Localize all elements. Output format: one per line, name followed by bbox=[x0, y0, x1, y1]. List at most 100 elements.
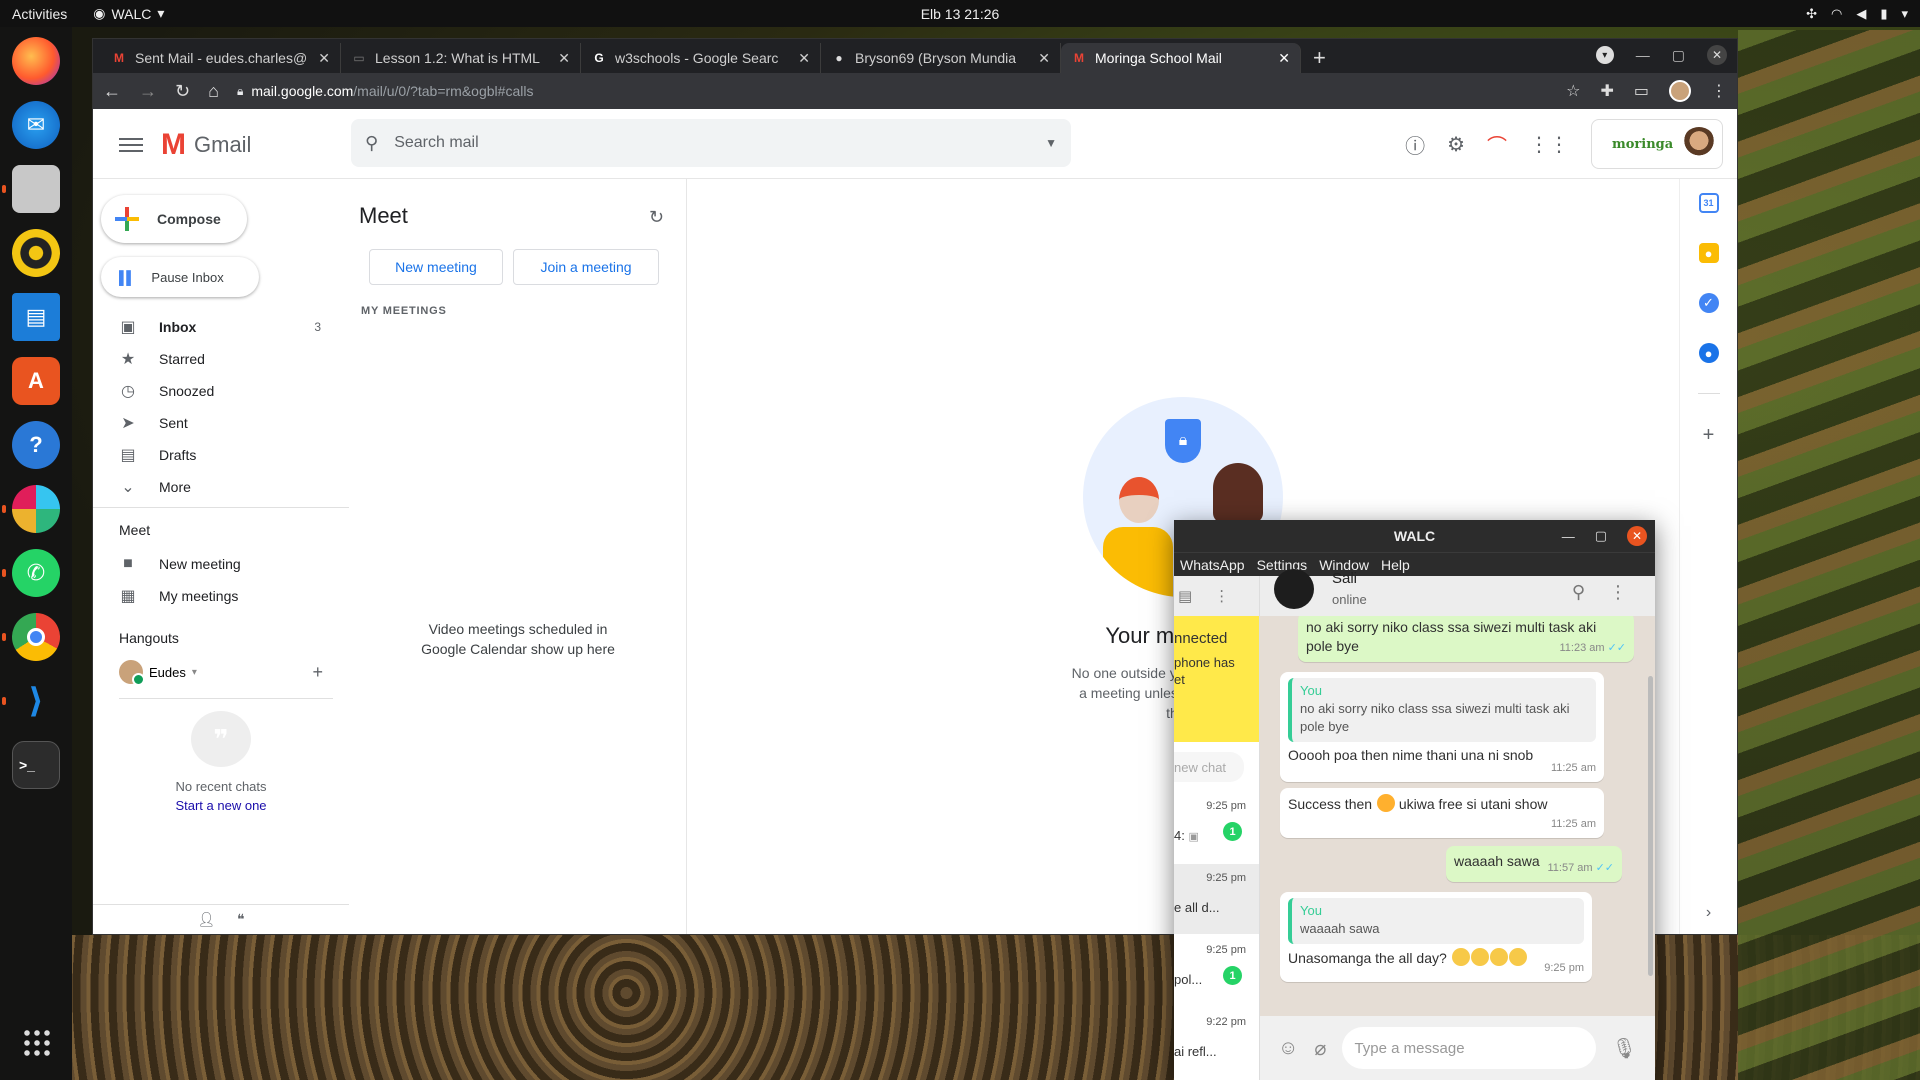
extensions-icon[interactable]: ✚ bbox=[1600, 81, 1613, 101]
close-icon[interactable]: ✕ bbox=[798, 50, 810, 67]
message-outgoing[interactable]: waaaah sawa 11:57 am ✓✓ bbox=[1446, 846, 1622, 882]
files-icon[interactable] bbox=[2, 165, 60, 213]
maximize-icon[interactable]: ▢ bbox=[1595, 528, 1607, 544]
account-switcher[interactable]: moringa bbox=[1591, 119, 1723, 169]
refresh-icon[interactable]: ↻ bbox=[649, 207, 664, 228]
chrome-icon[interactable] bbox=[2, 613, 60, 661]
close-icon[interactable]: ✕ bbox=[558, 50, 570, 67]
clock[interactable]: Elb 13 21:26 bbox=[921, 6, 1000, 22]
system-tray[interactable]: ✣ ◠ ◀ ▮ ▾ bbox=[1806, 6, 1908, 22]
dropbox-icon[interactable]: ✣ bbox=[1806, 6, 1817, 22]
settings-gear-icon[interactable]: ⚙ bbox=[1447, 132, 1465, 157]
minimize-icon[interactable]: — bbox=[1562, 529, 1575, 544]
account-avatar[interactable] bbox=[1682, 127, 1716, 161]
conversation-header[interactable]: Sali online ⚲ ⋮ bbox=[1260, 569, 1655, 616]
attach-icon[interactable]: ⌀ bbox=[1314, 1036, 1326, 1061]
new-tab-button[interactable]: + bbox=[1313, 43, 1326, 73]
new-chat-icon[interactable]: ▤ bbox=[1178, 587, 1192, 605]
search-input[interactable]: Search mail bbox=[394, 134, 1029, 152]
rhythmbox-icon[interactable] bbox=[12, 229, 60, 277]
search-options-icon[interactable]: ▼ bbox=[1045, 136, 1057, 150]
tasks-icon[interactable]: ✓ bbox=[1698, 293, 1719, 313]
cast-icon[interactable]: ▭ bbox=[1634, 81, 1649, 101]
search-bar[interactable]: ⚲ Search mail ▼ bbox=[351, 119, 1071, 167]
chat-list-item[interactable]: 9:25 pm pol... 1 bbox=[1174, 936, 1259, 1006]
gmail-logo[interactable]: M Gmail bbox=[161, 128, 251, 162]
close-window-icon[interactable]: ✕ bbox=[1627, 526, 1647, 546]
more-vert-icon[interactable]: ⋮ bbox=[1609, 582, 1627, 603]
reload-icon[interactable]: ↻ bbox=[175, 81, 190, 102]
nav-item-sent[interactable]: ➤ Sent bbox=[93, 407, 349, 439]
wifi-icon[interactable]: ◠ bbox=[1831, 6, 1842, 22]
start-new-chat-link[interactable]: Start a new one bbox=[93, 798, 349, 813]
forward-icon[interactable]: → bbox=[139, 81, 157, 102]
main-menu-icon[interactable] bbox=[107, 137, 155, 152]
calendar-icon[interactable]: 31 bbox=[1698, 193, 1719, 213]
minimize-icon[interactable]: — bbox=[1636, 47, 1650, 63]
pause-inbox-button[interactable]: ▌▌ Pause Inbox bbox=[101, 257, 259, 297]
help-icon[interactable]: ⓘ bbox=[1405, 130, 1425, 159]
software-icon[interactable]: A bbox=[12, 357, 60, 405]
profile-avatar[interactable] bbox=[1669, 80, 1691, 102]
writer-icon[interactable]: ▤ bbox=[12, 293, 60, 341]
search-icon[interactable]: ⚲ bbox=[1572, 582, 1585, 603]
message-outgoing[interactable]: no aki sorry niko class ssa siwezi multi… bbox=[1298, 616, 1634, 662]
firefox-icon[interactable] bbox=[12, 37, 60, 85]
message-incoming[interactable]: You no aki sorry niko class ssa siwezi m… bbox=[1280, 672, 1604, 782]
contacts-icon[interactable]: 👤︎ bbox=[197, 911, 215, 928]
compose-button[interactable]: Compose bbox=[101, 195, 247, 243]
nav-item-new-meeting[interactable]: ■ New meeting bbox=[93, 548, 349, 580]
emoji-icon[interactable]: ☺ bbox=[1278, 1037, 1298, 1060]
activities-button[interactable]: Activities bbox=[0, 6, 79, 22]
message-incoming[interactable]: Success then ukiwa free si utani show 11… bbox=[1280, 788, 1604, 838]
message-incoming[interactable]: You waaaah sawa Unasomanga the all day? … bbox=[1280, 892, 1592, 982]
nav-item-snoozed[interactable]: ◷ Snoozed bbox=[93, 375, 349, 407]
nav-item-more[interactable]: ⌄ More bbox=[93, 471, 349, 503]
hangouts-icon[interactable]: ❝ bbox=[237, 911, 245, 928]
contacts-icon[interactable]: ● bbox=[1698, 343, 1719, 363]
join-meeting-button[interactable]: Join a meeting bbox=[513, 249, 659, 285]
url-field[interactable]: 🔒︎ mail.google.com/mail/u/0/?tab=rm&ogbl… bbox=[237, 83, 1548, 99]
tab-w3schools[interactable]: G w3schools - Google Searc ✕ bbox=[581, 43, 821, 73]
quoted-message[interactable]: You no aki sorry niko class ssa siwezi m… bbox=[1288, 678, 1596, 742]
keep-icon[interactable]: ● bbox=[1698, 243, 1719, 263]
close-icon[interactable]: ✕ bbox=[318, 50, 330, 67]
message-input[interactable]: Type a message bbox=[1342, 1027, 1596, 1069]
vscode-icon[interactable]: ⟩ bbox=[2, 677, 60, 725]
tab-search-icon[interactable]: ▾ bbox=[1595, 46, 1614, 64]
chevron-right-icon[interactable]: › bbox=[1706, 904, 1711, 922]
help-icon[interactable]: ? bbox=[12, 421, 60, 469]
whatsapp-icon[interactable]: ✆ bbox=[2, 549, 60, 597]
quoted-message[interactable]: You waaaah sawa bbox=[1288, 898, 1584, 944]
active-app-menu[interactable]: ◉ WALC ▾ bbox=[93, 5, 164, 22]
close-icon[interactable]: ✕ bbox=[1278, 50, 1290, 67]
back-icon[interactable]: ← bbox=[103, 81, 121, 102]
show-apps-icon[interactable] bbox=[22, 1028, 52, 1058]
nav-item-inbox[interactable]: ▣ Inbox 3 bbox=[93, 311, 349, 343]
search-icon[interactable]: ⚲ bbox=[365, 133, 378, 154]
contact-avatar[interactable] bbox=[1274, 569, 1314, 609]
chat-search-input[interactable]: new chat bbox=[1174, 752, 1244, 782]
close-window-icon[interactable]: ✕ bbox=[1707, 45, 1727, 65]
home-icon[interactable]: ⌂ bbox=[208, 81, 219, 102]
terminal-icon[interactable]: >_ bbox=[12, 741, 60, 789]
battery-icon[interactable]: ▮ bbox=[1880, 6, 1887, 22]
new-meeting-button[interactable]: New meeting bbox=[369, 249, 503, 285]
nav-item-starred[interactable]: ★ Starred bbox=[93, 343, 349, 375]
apps-grid-icon[interactable]: ⋮⋮ bbox=[1529, 132, 1569, 157]
walc-titlebar[interactable]: WALC — ▢ ✕ bbox=[1174, 520, 1655, 552]
menu-help[interactable]: Help bbox=[1381, 557, 1410, 573]
tab-github[interactable]: ● Bryson69 (Bryson Mundia ✕ bbox=[821, 43, 1061, 73]
slack-icon[interactable] bbox=[2, 485, 60, 533]
close-icon[interactable]: ✕ bbox=[1038, 50, 1050, 67]
tab-moringa-mail[interactable]: M Moringa School Mail ✕ bbox=[1061, 43, 1301, 73]
tab-sent-mail[interactable]: M Sent Mail - eudes.charles@ ✕ bbox=[101, 43, 341, 73]
google-workspace-icon[interactable]: ⌒ bbox=[1487, 130, 1507, 159]
nav-item-drafts[interactable]: ▤ Drafts bbox=[93, 439, 349, 471]
nav-item-my-meetings[interactable]: ▦ My meetings bbox=[93, 580, 349, 612]
add-addon-icon[interactable]: + bbox=[1703, 424, 1715, 447]
bookmark-star-icon[interactable]: ☆ bbox=[1566, 81, 1580, 101]
microphone-icon[interactable]: 🎙︎ bbox=[1612, 1036, 1637, 1061]
chat-list-item[interactable]: 9:22 pm ai refl... bbox=[1174, 1008, 1259, 1078]
more-vert-icon[interactable]: ⋮ bbox=[1214, 587, 1229, 605]
